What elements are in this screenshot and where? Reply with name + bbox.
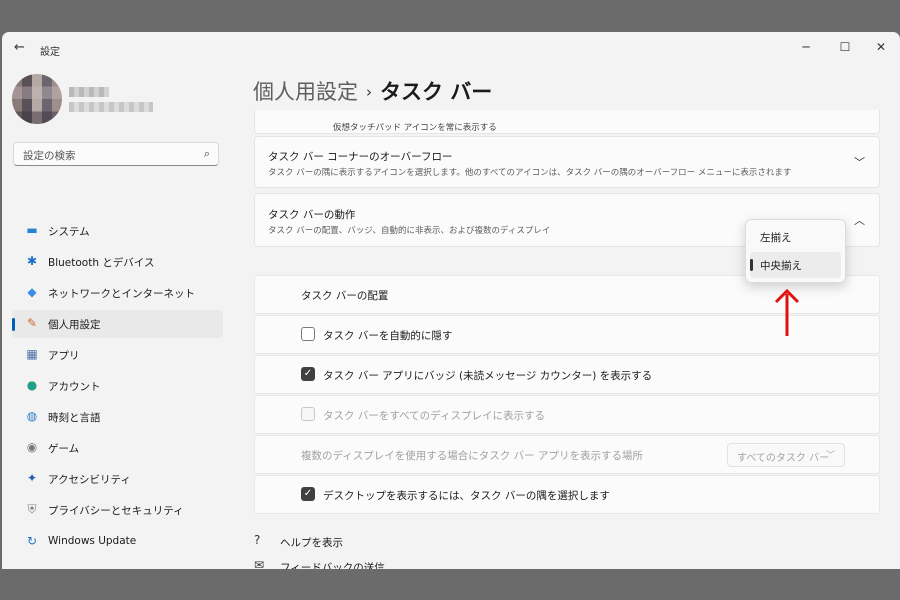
badges-row[interactable]: ✓ タスク バー アプリにバッジ (未読メッセージ カウンター) を表示する — [254, 355, 880, 394]
sidebar-item[interactable]: ▦ アプリ — [12, 341, 223, 369]
alignment-option-center[interactable]: 中央揃え — [750, 252, 841, 278]
update-icon: ↻ — [26, 534, 38, 548]
account-icon: ● — [26, 378, 38, 392]
sidebar-item[interactable]: ↻ Windows Update — [12, 528, 223, 556]
user-email-redacted — [69, 102, 153, 112]
badges-checkbox[interactable]: ✓ — [301, 367, 315, 381]
overflow-card[interactable]: タスク バー コーナーのオーバーフロー タスク バーの隅に表示するアイコンを選択… — [254, 136, 880, 188]
multi-display-row: 複数のディスプレイを使用する場合にタスク バー アプリを表示する場所 すべてのタ… — [254, 435, 880, 474]
sidebar-item-label: ゲーム — [48, 443, 80, 455]
alignment-option-left-label: 左揃え — [760, 232, 792, 244]
feedback-icon: ✉ — [254, 558, 265, 569]
brush-icon: ✎ — [26, 316, 38, 330]
sidebar-item[interactable]: ✦ アクセシビリティ — [12, 465, 223, 493]
chevron-down-icon: ﹀ — [825, 451, 835, 461]
desktop-corner-row[interactable]: ✓ デスクトップを表示するには、タスク バーの隅を選択します — [254, 475, 880, 514]
breadcrumb-separator: › — [366, 83, 372, 101]
sidebar-item-label: アカウント — [48, 381, 101, 393]
sidebar-item[interactable]: ▬ システム — [12, 217, 223, 245]
autohide-label: タスク バーを自動的に隠す — [323, 330, 453, 342]
avatar[interactable] — [12, 74, 62, 124]
sidebar-item-label: Windows Update — [48, 535, 137, 547]
sidebar-item-label: Bluetooth とデバイス — [48, 257, 155, 269]
multi-display-dropdown: すべてのタスク バー ﹀ — [727, 443, 845, 467]
globe-clock-icon: ◍ — [26, 409, 38, 423]
multi-display-label: 複数のディスプレイを使用する場合にタスク バー アプリを表示する場所 — [301, 450, 643, 462]
alignment-option-center-label: 中央揃え — [760, 260, 802, 272]
wifi-icon: ◆ — [27, 285, 37, 299]
sidebar-item[interactable]: ⛨ プライバシーとセキュリティ — [12, 496, 223, 524]
maximize-button[interactable]: ☐ — [827, 36, 863, 58]
sidebar-item[interactable]: ✎ 個人用設定 — [12, 310, 223, 338]
overflow-title: タスク バー コーナーのオーバーフロー — [268, 151, 453, 163]
help-label: ヘルプを表示 — [280, 537, 343, 549]
feedback-label: フィードバックの送信 — [280, 562, 385, 569]
breadcrumb: 個人用設定 › タスク バー — [253, 76, 492, 106]
badges-label: タスク バー アプリにバッジ (未読メッセージ カウンター) を表示する — [323, 370, 653, 382]
desktop-corner-checkbox[interactable]: ✓ — [301, 487, 315, 501]
virtual-touchpad-row: 仮想タッチパッド アイコンを常に表示する — [254, 110, 880, 134]
desktop-corner-label: デスクトップを表示するには、タスク バーの隅を選択します — [323, 490, 610, 502]
alignment-label: タスク バーの配置 — [301, 290, 389, 302]
feedback-link[interactable]: ✉ フィードバックの送信 — [254, 557, 454, 569]
close-button[interactable]: ✕ — [863, 36, 899, 58]
behavior-subtitle: タスク バーの配置、バッジ、自動的に非表示、および複数のディスプレイ — [268, 226, 551, 236]
breadcrumb-parent[interactable]: 個人用設定 — [253, 80, 358, 104]
bluetooth-icon: ✱ — [26, 254, 38, 268]
all-displays-label: タスク バーをすべてのディスプレイに表示する — [323, 410, 545, 422]
chevron-down-icon[interactable]: ﹀ — [854, 154, 865, 170]
monitor-icon: ▬ — [26, 223, 38, 237]
user-name-redacted — [69, 87, 109, 97]
all-displays-checkbox — [301, 407, 315, 421]
gamepad-icon: ◉ — [26, 440, 38, 454]
chevron-up-icon[interactable]: ︿ — [854, 212, 865, 228]
sidebar-item[interactable]: ● アカウント — [12, 372, 223, 400]
sidebar-item[interactable]: ◆ ネットワークとインターネット — [12, 279, 223, 307]
settings-content: 仮想タッチパッド アイコンを常に表示する タスク バー コーナーのオーバーフロー… — [252, 110, 882, 568]
sidebar-item[interactable]: ◉ ゲーム — [12, 434, 223, 462]
alignment-option-left[interactable]: 左揃え — [750, 224, 841, 250]
help-link[interactable]: ? ヘルプを表示 — [254, 532, 454, 552]
minimize-button[interactable]: ─ — [788, 36, 824, 58]
sidebar-item[interactable]: ✱ Bluetooth とデバイス — [12, 248, 223, 276]
app-title: 設定 — [40, 47, 60, 58]
sidebar-item-label: 個人用設定 — [48, 319, 101, 331]
settings-window: ← 設定 ─ ☐ ✕ 設定の検索 ⌕ ▬ システム ✱ Bluetooth とデバイス… — [2, 32, 900, 569]
virtual-touchpad-label: 仮想タッチパッド アイコンを常に表示する — [333, 123, 497, 133]
sidebar-item-label: アクセシビリティ — [48, 474, 131, 486]
selection-indicator — [12, 318, 15, 331]
help-icon: ? — [254, 533, 261, 547]
sidebar-item-label: 時刻と言語 — [48, 412, 101, 424]
all-displays-row: タスク バーをすべてのディスプレイに表示する — [254, 395, 880, 434]
search-placeholder: 設定の検索 — [23, 150, 76, 162]
annotation-arrow-icon — [774, 288, 800, 336]
sidebar-item[interactable]: ◍ 時刻と言語 — [12, 403, 223, 431]
behavior-title: タスク バーの動作 — [268, 209, 356, 221]
shield-icon: ⛨ — [27, 502, 37, 516]
search-input[interactable]: 設定の検索 ⌕ — [13, 142, 219, 166]
accessibility-icon: ✦ — [26, 471, 38, 485]
sidebar-item-label: システム — [48, 226, 90, 238]
autohide-checkbox[interactable] — [301, 327, 315, 341]
sidebar-item-label: プライバシーとセキュリティ — [48, 505, 184, 517]
alignment-dropdown-menu: 左揃え 中央揃え — [745, 219, 846, 283]
apps-icon: ▦ — [26, 347, 38, 361]
selection-indicator — [750, 259, 753, 271]
page-title: タスク バー — [380, 80, 493, 104]
back-arrow-icon[interactable]: ← — [14, 40, 25, 55]
sidebar-item-label: ネットワークとインターネット — [48, 288, 195, 300]
sidebar-item-label: アプリ — [48, 350, 80, 362]
search-icon: ⌕ — [203, 147, 210, 160]
overflow-subtitle: タスク バーの隅に表示するアイコンを選択します。他のすべてのアイコンは、タスク … — [268, 168, 792, 178]
title-bar: ← 設定 ─ ☐ ✕ — [2, 32, 900, 64]
multi-display-value: すべてのタスク バー — [737, 453, 830, 464]
